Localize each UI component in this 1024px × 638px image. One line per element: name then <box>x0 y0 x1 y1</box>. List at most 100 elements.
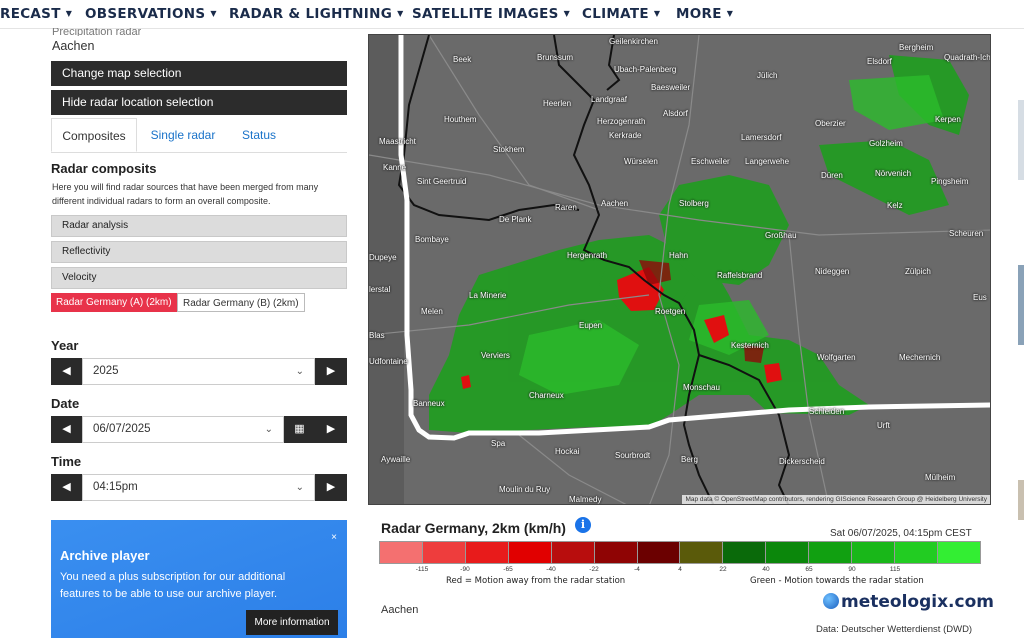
tab-status[interactable]: Status <box>231 118 287 152</box>
tab-single-radar[interactable]: Single radar <box>143 118 223 152</box>
map-label: Spa <box>491 439 506 448</box>
map-label: Eschweiler <box>691 157 730 166</box>
map-label: Ubach-Palenberg <box>614 65 677 74</box>
map-label: Langerwehe <box>745 157 790 166</box>
map-label: Würselen <box>624 157 658 166</box>
map-label: Herzogenrath <box>597 117 646 126</box>
date-next-button[interactable]: ▶ <box>315 416 347 443</box>
caret-down-icon: ▼ <box>653 9 661 18</box>
data-source: Data: Deutscher Wetterdienst (DWD) <box>816 624 973 635</box>
meteologix-logo[interactable]: meteologix.com <box>823 592 994 612</box>
chevron-down-icon: ⌄ <box>295 482 304 493</box>
map-label: Moulin du Ruy <box>499 485 551 494</box>
scale-swatch <box>852 542 896 563</box>
change-map-selection-button[interactable]: Change map selection <box>51 61 347 86</box>
map-label: Raffelsbrand <box>717 271 763 280</box>
tab-composites[interactable]: Composites <box>51 118 137 152</box>
scale-tick-label: 115 <box>889 566 901 573</box>
info-icon[interactable]: i <box>575 517 591 533</box>
scale-swatch <box>809 542 853 563</box>
time-next-button[interactable]: ▶ <box>315 474 347 501</box>
group-velocity[interactable]: Velocity <box>51 267 347 289</box>
legend-place: Aachen <box>381 604 419 616</box>
scale-swatch <box>508 542 552 563</box>
map-label: Pingsheim <box>931 177 969 186</box>
radar-map[interactable]: Geilenkirchen Brunssum Ubach-Palenberg J… <box>368 34 991 505</box>
scale-swatch <box>723 542 767 563</box>
map-label: Bergheim <box>899 43 934 52</box>
nav-forecast[interactable]: RECAST ▼ <box>0 6 72 22</box>
year-next-button[interactable]: ▶ <box>315 358 347 385</box>
map-label: De Plank <box>499 215 532 224</box>
scale-swatch <box>766 542 810 563</box>
time-prev-button[interactable]: ◀ <box>51 474 82 501</box>
map-label: Hergenrath <box>567 251 608 260</box>
date-select[interactable]: 06/07/2025 ⌄ <box>82 416 284 443</box>
map-label: Blas <box>369 331 385 340</box>
map-label: Beek <box>453 55 472 64</box>
map-label: Aachen <box>601 199 629 208</box>
towards-note: Green - Motion towards the radar station <box>750 576 924 586</box>
map-label: Landgraaf <box>591 95 628 104</box>
map-label: Brunssum <box>537 53 574 62</box>
close-icon[interactable]: × <box>331 532 337 543</box>
date-label: Date <box>51 396 80 411</box>
group-reflectivity[interactable]: Reflectivity <box>51 241 347 263</box>
hide-radar-location-button[interactable]: Hide radar location selection <box>51 90 347 115</box>
map-label: Berg <box>681 455 698 464</box>
map-attribution: Map data © OpenStreetMap contributors, r… <box>682 495 990 504</box>
group-radar-analysis[interactable]: Radar analysis <box>51 215 347 237</box>
archive-text: You need a plus subscription for our add… <box>60 571 286 600</box>
map-label: Houthem <box>444 115 477 124</box>
scale-tick-label: -90 <box>460 566 470 573</box>
scale-tick-label: 22 <box>719 566 727 573</box>
map-label: Zülpich <box>905 267 931 276</box>
scale-tick-label: 40 <box>762 566 770 573</box>
time-select[interactable]: 04:15pm ⌄ <box>82 474 315 501</box>
map-label: La Minerie <box>469 291 507 300</box>
cropped-sidebar <box>1018 100 1024 520</box>
section-description: Here you will find radar sources that ha… <box>52 182 319 206</box>
year-select[interactable]: 2025 ⌄ <box>82 358 315 385</box>
map-label: Malmedy <box>569 495 602 504</box>
year-prev-button[interactable]: ◀ <box>51 358 82 385</box>
product-radar-germany-b[interactable]: Radar Germany (B) (2km) <box>177 293 305 312</box>
map-label: Sourbrodt <box>615 451 651 460</box>
scale-tick-label: -40 <box>546 566 556 573</box>
scale-swatch <box>422 542 466 563</box>
calendar-icon[interactable]: ▦ <box>284 416 315 443</box>
map-label: Wolfgarten <box>817 353 856 362</box>
map-label: Nideggen <box>815 267 850 276</box>
map-label: Stolberg <box>679 199 709 208</box>
map-label: Schleiden <box>809 407 845 416</box>
nav-climate[interactable]: CLIMATE ▼ <box>582 6 660 22</box>
map-label: Düren <box>821 171 843 180</box>
time-selector: ◀ 04:15pm ⌄ ▶ <box>51 474 347 501</box>
map-label: Raren <box>555 203 577 212</box>
map-label: Mechernich <box>899 353 941 362</box>
map-label: Kanne <box>383 163 407 172</box>
scale-swatch <box>937 542 980 563</box>
year-selector: ◀ 2025 ⌄ ▶ <box>51 358 347 385</box>
scale-swatch <box>465 542 509 563</box>
nav-satellite-images[interactable]: SATELLITE IMAGES ▼ <box>412 6 570 22</box>
map-label: Verviers <box>481 351 510 360</box>
radar-map-graphics <box>369 35 990 504</box>
archive-title: Archive player <box>60 548 150 563</box>
nav-observations[interactable]: OBSERVATIONS ▼ <box>85 6 217 22</box>
map-label: Kerpen <box>935 115 961 124</box>
product-radar-germany-a[interactable]: Radar Germany (A) (2km) <box>51 293 177 312</box>
caret-down-icon: ▼ <box>726 9 734 18</box>
date-prev-button[interactable]: ◀ <box>51 416 82 443</box>
nav-radar-lightning[interactable]: RADAR & LIGHTNING ▼ <box>229 6 404 22</box>
caret-down-icon: ▼ <box>397 9 404 18</box>
map-label: Kesternich <box>731 341 769 350</box>
map-label: Roetgen <box>655 307 686 316</box>
map-label: Dickerscheid <box>779 457 825 466</box>
map-label: Sint Geertruid <box>417 177 467 186</box>
more-information-button[interactable]: More information <box>246 610 338 635</box>
nav-more[interactable]: MORE ▼ <box>676 6 733 22</box>
caret-down-icon: ▼ <box>210 9 217 18</box>
caret-down-icon: ▼ <box>65 9 73 18</box>
map-label: Jülich <box>757 71 778 80</box>
